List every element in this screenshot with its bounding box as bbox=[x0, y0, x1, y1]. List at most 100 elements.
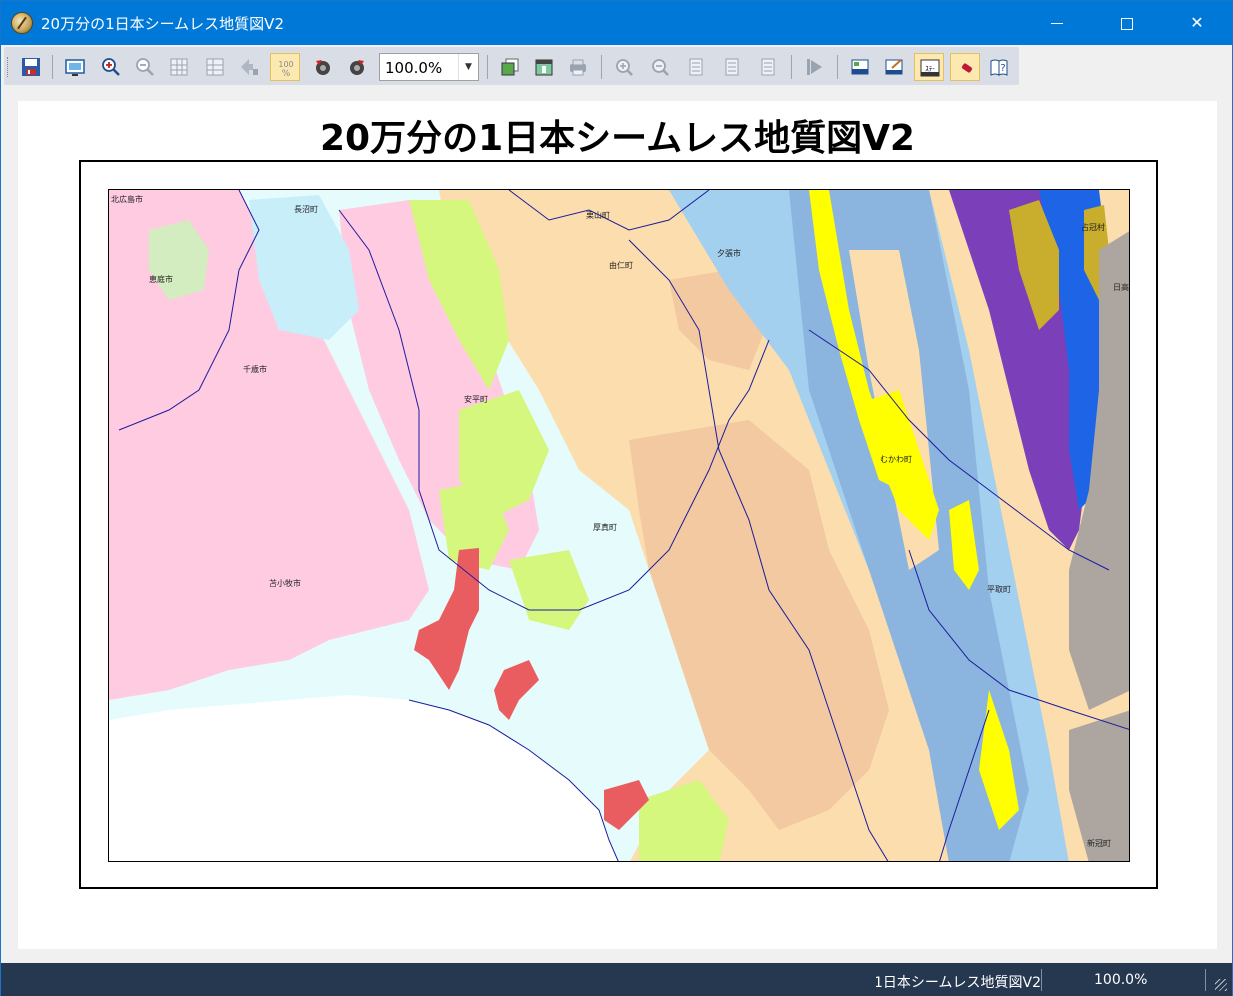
city-label-kuriyama: 栗山町 bbox=[586, 211, 610, 220]
geologic-map[interactable]: 北広島市 長沼町 恵庭市 千歳市 栗山町 由仁町 夕張市 占冠村 日高 安平町 … bbox=[108, 189, 1130, 862]
resize-arrow-icon bbox=[241, 59, 258, 75]
grid-view-button[interactable] bbox=[164, 53, 194, 81]
printer-icon bbox=[570, 59, 586, 76]
grid-alt-icon bbox=[206, 58, 224, 76]
toolbar-grip[interactable] bbox=[7, 57, 10, 77]
page-button-1[interactable] bbox=[681, 53, 711, 81]
statusbar-icon: ｽﾃ- bbox=[920, 59, 940, 77]
rotate-right-button[interactable] bbox=[342, 53, 372, 81]
geologic-map-canvas[interactable] bbox=[109, 190, 1130, 862]
frame-button[interactable] bbox=[529, 53, 559, 81]
city-label-chitose: 千歳市 bbox=[243, 365, 267, 374]
page-icon bbox=[725, 58, 739, 76]
zoom-in-button[interactable] bbox=[96, 53, 126, 81]
toolbar: 100% 100.0% ▼ ｽﾃ- ? bbox=[1, 45, 1232, 87]
window-title: 20万分の1日本シームレス地質図V2 bbox=[41, 15, 284, 33]
save-map-button[interactable] bbox=[16, 53, 46, 81]
status-zoom: 100.0% bbox=[1094, 972, 1148, 988]
toolbar-separator bbox=[487, 55, 488, 79]
toolbar-separator bbox=[791, 55, 792, 79]
edit-legend-button[interactable] bbox=[879, 53, 909, 81]
svg-text:100: 100 bbox=[278, 60, 293, 69]
city-label-eniwa: 恵庭市 bbox=[149, 275, 173, 284]
svg-text:ｽﾃ-: ｽﾃ- bbox=[925, 65, 935, 73]
layer-button[interactable] bbox=[495, 53, 525, 81]
play-button[interactable] bbox=[799, 53, 829, 81]
city-label-mukawa: むかわ町 bbox=[880, 455, 912, 464]
page-button-3[interactable] bbox=[753, 53, 783, 81]
city-label-biratori: 平取町 bbox=[987, 585, 1011, 594]
search-icon bbox=[616, 59, 633, 76]
zoom-combo-value[interactable]: 100.0% bbox=[385, 59, 442, 77]
app-compass-icon bbox=[11, 12, 33, 34]
app-window: 20万分の1日本シームレス地質図V2 ✕ 100 % 100.0% ▼ ｽﾃ- … bbox=[0, 0, 1233, 996]
status-map-title: 20万分の1日本シームレス地質図V2 bbox=[876, 975, 1041, 991]
resize-button[interactable] bbox=[234, 53, 264, 81]
city-label-tomakomai: 苫小牧市 bbox=[269, 579, 301, 588]
map-title: 20万分の1日本シームレス地質図V2 bbox=[320, 118, 915, 159]
zoom-out-icon bbox=[136, 58, 154, 76]
zoom-in-icon bbox=[102, 58, 120, 76]
edit-icon bbox=[885, 59, 903, 75]
toolbar-separator bbox=[837, 55, 838, 79]
city-label-hidaka: 日高 bbox=[1113, 283, 1129, 292]
chevron-down-icon[interactable]: ▼ bbox=[458, 54, 478, 80]
rotate-left-icon bbox=[316, 60, 330, 75]
minimize-icon bbox=[1051, 23, 1063, 24]
page-icon bbox=[761, 58, 775, 76]
grid-icon bbox=[170, 58, 188, 76]
print-page: 20万分の1日本シームレス地質図V2 北広島市 長沼町 恵庭市 千歳市 栗山町 … bbox=[18, 101, 1217, 949]
svg-text:?: ? bbox=[1000, 63, 1005, 74]
toolbar-strip: 100% 100.0% ▼ ｽﾃ- ? bbox=[4, 47, 1019, 85]
frame-icon bbox=[535, 59, 553, 76]
toolbar-separator bbox=[52, 55, 53, 79]
map-view-area[interactable]: 20万分の1日本シームレス地質図V2 北広島市 長沼町 恵庭市 千歳市 栗山町 … bbox=[1, 87, 1232, 963]
fit-screen-icon bbox=[65, 59, 85, 76]
zoom-100-button[interactable]: 100% bbox=[270, 53, 300, 81]
rotate-right-icon bbox=[350, 60, 364, 75]
fit-view-button[interactable] bbox=[60, 53, 90, 81]
city-label-naganuma: 長沼町 bbox=[294, 205, 318, 214]
save-icon bbox=[22, 58, 40, 76]
layer-icon bbox=[501, 58, 519, 76]
eraser-icon bbox=[961, 63, 973, 73]
maximize-icon bbox=[1121, 17, 1133, 30]
svg-text:%: % bbox=[282, 69, 291, 78]
status-bar: 20万分の1日本シームレス地質図V2 100.0% bbox=[1, 963, 1232, 996]
city-label-yubari: 夕張市 bbox=[717, 249, 741, 258]
city-label-niikappu: 新冠町 bbox=[1087, 839, 1111, 848]
help-icon: ? bbox=[990, 59, 1008, 76]
resize-grip-icon[interactable] bbox=[1215, 979, 1227, 991]
city-label-kitahiroshima: 北広島市 bbox=[111, 195, 143, 204]
search-button[interactable] bbox=[609, 53, 639, 81]
grid-view-alt-button[interactable] bbox=[200, 53, 230, 81]
maximize-button[interactable] bbox=[1092, 1, 1162, 45]
minimize-button[interactable] bbox=[1022, 1, 1092, 45]
status-divider bbox=[1041, 969, 1042, 991]
city-label-shimukappu: 占冠村 bbox=[1081, 223, 1105, 232]
search-minus-icon bbox=[652, 59, 669, 76]
city-label-atsuma: 厚真町 bbox=[593, 523, 617, 532]
close-button[interactable]: ✕ bbox=[1162, 1, 1232, 45]
search-minus-button[interactable] bbox=[645, 53, 675, 81]
page-button-2[interactable] bbox=[717, 53, 747, 81]
zoom-combo-box[interactable]: 100.0% ▼ bbox=[379, 53, 479, 81]
map-outer-frame: 北広島市 長沼町 恵庭市 千歳市 栗山町 由仁町 夕張市 占冠村 日高 安平町 … bbox=[79, 160, 1158, 889]
page-icon bbox=[689, 58, 703, 76]
city-label-yuni: 由仁町 bbox=[609, 261, 633, 270]
status-divider bbox=[1205, 969, 1206, 991]
help-button[interactable]: ? bbox=[984, 53, 1014, 81]
legend-button[interactable] bbox=[845, 53, 875, 81]
title-bar[interactable]: 20万分の1日本シームレス地質図V2 ✕ bbox=[1, 1, 1232, 45]
zoom-out-button[interactable] bbox=[130, 53, 160, 81]
toolbar-separator bbox=[601, 55, 602, 79]
rotate-left-button[interactable] bbox=[308, 53, 338, 81]
city-label-abira: 安平町 bbox=[464, 395, 488, 404]
statusbar-toggle-button[interactable]: ｽﾃ- bbox=[914, 53, 944, 81]
eraser-button[interactable] bbox=[950, 53, 980, 81]
zoom-100-icon: 100% bbox=[278, 60, 293, 78]
close-icon: ✕ bbox=[1190, 13, 1204, 32]
play-icon bbox=[807, 59, 822, 75]
legend-icon bbox=[851, 59, 869, 75]
print-button[interactable] bbox=[563, 53, 593, 81]
